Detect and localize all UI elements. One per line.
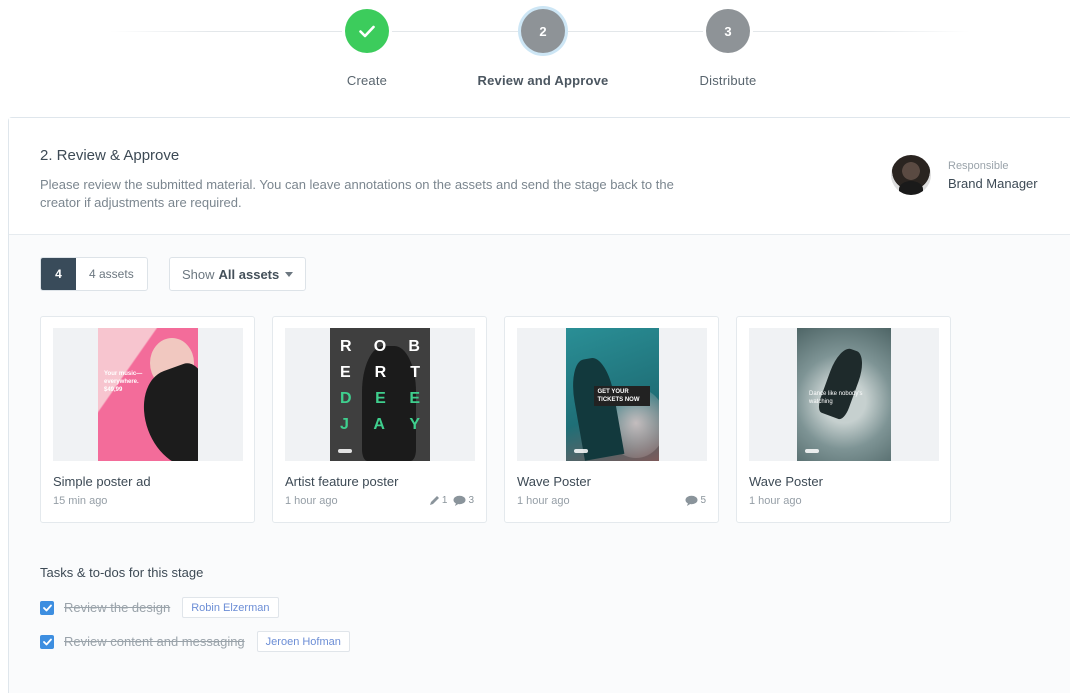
poster-text: ROB ERT DEE JAY [340, 338, 420, 433]
poster-image: GET YOUR TICKETS NOW [565, 328, 659, 461]
responsible-name: Brand Manager [948, 175, 1038, 191]
annotation-count[interactable]: 1 [429, 495, 447, 506]
asset-card[interactable]: Dance like nobody's watching Wave Poster… [736, 316, 951, 523]
poster-text: Your music— everywhere. $49,99 [104, 371, 143, 393]
task-item: Review the design Robin Elzerman [40, 597, 279, 618]
checkmark-icon [359, 25, 375, 37]
stage-stepper: Create 2 Review and Approve 3 Distribute [0, 0, 1070, 110]
task-label: Review the design [64, 600, 171, 615]
asset-thumbnail[interactable]: Dance like nobody's watching [749, 328, 939, 461]
comment-icon [685, 495, 698, 506]
asset-time: 15 min ago [53, 495, 108, 507]
asset-meta: 5 [685, 495, 706, 506]
asset-title[interactable]: Artist feature poster [285, 474, 398, 489]
task-assignee[interactable]: Jeroen Hofman [256, 631, 350, 652]
pencil-icon [429, 496, 439, 505]
task-checkbox[interactable] [40, 600, 54, 615]
asset-card[interactable]: ROB ERT DEE JAY Artist feature poster 1 … [272, 316, 487, 523]
stage-panel: 2. Review & Approve Please review the su… [8, 117, 1070, 693]
step-review-circle: 2 [521, 9, 565, 53]
poster-text: GET YOUR TICKETS NOW [593, 386, 650, 406]
asset-time: 1 hour ago [285, 495, 338, 507]
stage-title: 2. Review & Approve [40, 147, 180, 164]
task-label: Review content and messaging [64, 634, 245, 649]
checkmark-icon [42, 604, 52, 611]
asset-count-group: 4 4 assets [40, 257, 148, 291]
asset-grid: Your music— everywhere. $49,99 Simple po… [40, 316, 951, 523]
stage-body: 4 4 assets Show All assets Your music— e… [9, 235, 1070, 693]
stage-description: Please review the submitted material. Yo… [40, 177, 674, 210]
step-review[interactable]: 2 Review and Approve [463, 9, 623, 88]
asset-count-badge: 4 [41, 258, 76, 290]
filter-value: All assets [218, 266, 280, 282]
step-create-label: Create [346, 73, 388, 88]
avatar [891, 155, 931, 195]
asset-time: 1 hour ago [517, 495, 570, 507]
comment-count[interactable]: 5 [685, 495, 706, 506]
tasks-title: Tasks & to-dos for this stage [40, 565, 204, 580]
asset-time: 1 hour ago [749, 495, 802, 507]
step-review-label: Review and Approve [477, 73, 609, 88]
task-item: Review content and messaging Jeroen Hofm… [40, 631, 350, 652]
chevron-down-icon [285, 271, 294, 277]
responsible-block: Responsible Brand Manager [891, 155, 1038, 195]
step-create[interactable]: Create [287, 9, 447, 88]
asset-card[interactable]: Your music— everywhere. $49,99 Simple po… [40, 316, 255, 523]
asset-meta: 1 3 [429, 495, 474, 506]
poster-image: ROB ERT DEE JAY [330, 328, 430, 461]
poster-image: Your music— everywhere. $49,99 [98, 328, 198, 461]
asset-card[interactable]: GET YOUR TICKETS NOW Wave Poster 1 hour … [504, 316, 719, 523]
poster-text: Dance like nobody's watching [809, 391, 863, 405]
asset-title[interactable]: Simple poster ad [53, 474, 151, 489]
step-distribute-label: Distribute [699, 73, 757, 88]
task-assignee[interactable]: Robin Elzerman [182, 597, 279, 618]
checkmark-icon [42, 638, 52, 645]
stage-header: 2. Review & Approve Please review the su… [9, 118, 1070, 235]
asset-thumbnail[interactable]: GET YOUR TICKETS NOW [517, 328, 707, 461]
asset-filter-dropdown[interactable]: Show All assets [169, 257, 307, 291]
step-create-circle [345, 9, 389, 53]
step-distribute-circle: 3 [706, 9, 750, 53]
responsible-label: Responsible [948, 159, 1009, 172]
asset-title[interactable]: Wave Poster [517, 474, 591, 489]
comment-count[interactable]: 3 [453, 495, 474, 506]
comment-icon [453, 495, 466, 506]
task-checkbox[interactable] [40, 634, 54, 649]
poster-image: Dance like nobody's watching [797, 328, 891, 461]
asset-thumbnail[interactable]: Your music— everywhere. $49,99 [53, 328, 243, 461]
asset-title[interactable]: Wave Poster [749, 474, 823, 489]
step-distribute[interactable]: 3 Distribute [648, 9, 808, 88]
filter-prefix: Show [182, 266, 215, 282]
asset-thumbnail[interactable]: ROB ERT DEE JAY [285, 328, 475, 461]
asset-count-label: 4 assets [89, 267, 134, 281]
